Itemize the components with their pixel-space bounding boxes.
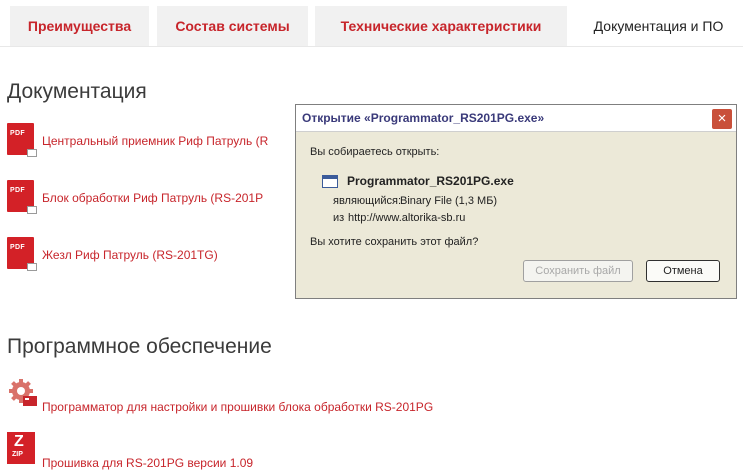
software-link-firmware[interactable]: Прошивка для RS-201PG версии 1.09 (42, 456, 253, 470)
doc-link-central-receiver[interactable]: Центральный приемник Риф Патруль (R (42, 134, 268, 148)
software-item: Программатор для настройки и прошивки бл… (7, 378, 527, 414)
doc-item: PDF Блок обработки Риф Патруль (RS-201P (7, 180, 307, 214)
pdf-icon[interactable]: PDF (7, 180, 37, 214)
tab-advantages[interactable]: Преимущества (10, 6, 149, 46)
tab-bar: Преимущества Состав системы Технические … (0, 0, 743, 47)
doc-item: PDF Жезл Риф Патруль (RS-201TG) (7, 237, 307, 271)
tab-technical-specs[interactable]: Технические характеристики (315, 6, 567, 46)
tab-system-composition[interactable]: Состав системы (157, 6, 308, 46)
dialog-titlebar[interactable]: Открытие «Programmator_RS201PG.exe» × (296, 105, 736, 132)
doc-link-processing-unit[interactable]: Блок обработки Риф Патруль (RS-201P (42, 191, 263, 205)
dialog-title: Открытие «Programmator_RS201PG.exe» (302, 111, 545, 125)
dialog-type-value: Binary File (1,3 МБ) (400, 195, 498, 207)
doc-link-wand[interactable]: Жезл Риф Патруль (RS-201TG) (42, 248, 218, 262)
software-item: Z ZIP Прошивка для RS-201PG версии 1.09 (7, 432, 527, 470)
cancel-button[interactable]: Отмена (646, 260, 720, 282)
gear-icon[interactable] (7, 378, 39, 408)
software-heading: Программное обеспечение (7, 335, 272, 358)
tab-divider (0, 46, 743, 47)
tab-documentation-software[interactable]: Документация и ПО (574, 6, 743, 46)
dialog-source-prefix: из (333, 212, 345, 224)
dialog-type-prefix: являющийся: (333, 195, 402, 207)
save-file-button[interactable]: Сохранить файл (523, 260, 633, 282)
pdf-icon[interactable]: PDF (7, 237, 37, 271)
documentation-heading: Документация (7, 80, 147, 103)
close-icon[interactable]: × (711, 108, 733, 130)
application-icon (322, 175, 338, 188)
dialog-intro: Вы собираетесь открыть: (310, 146, 440, 158)
dialog-question: Вы хотите сохранить этот файл? (310, 236, 479, 248)
zip-icon[interactable]: Z ZIP (7, 432, 35, 464)
pdf-icon[interactable]: PDF (7, 123, 37, 157)
doc-item: PDF Центральный приемник Риф Патруль (R (7, 123, 307, 157)
dialog-source-value: http://www.altorika-sb.ru (348, 212, 466, 224)
dialog-filename: Programmator_RS201PG.exe (347, 174, 514, 188)
download-dialog: Открытие «Programmator_RS201PG.exe» × Вы… (295, 104, 737, 299)
software-link-programmator[interactable]: Программатор для настройки и прошивки бл… (42, 400, 433, 414)
